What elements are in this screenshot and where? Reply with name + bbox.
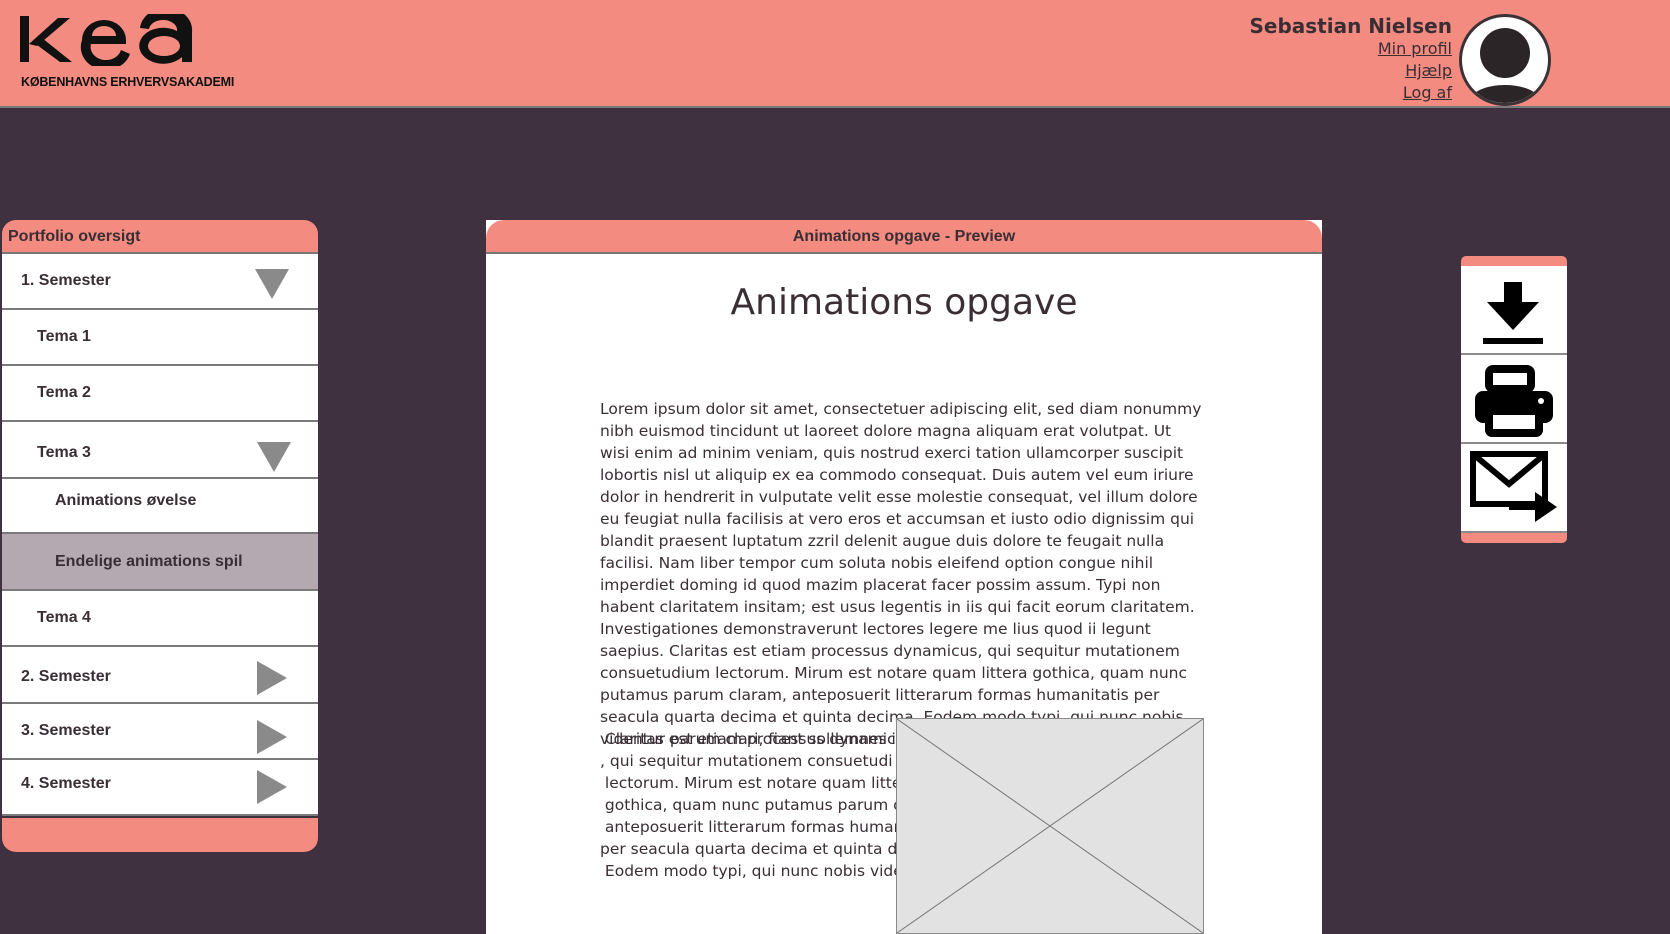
toolbar-top-cap — [1461, 256, 1567, 266]
image-placeholder — [896, 718, 1204, 934]
nav-semester-1[interactable]: 1. Semester — [2, 254, 318, 310]
nav-label: Tema 3 — [37, 444, 91, 461]
nav-tema-2[interactable]: Tema 2 — [2, 366, 318, 422]
nav-semester-3[interactable]: 3. Semester — [2, 704, 318, 760]
nav-label: Tema 4 — [37, 609, 91, 626]
my-profile-link[interactable]: Min profil — [1249, 38, 1452, 60]
nav-tema-4[interactable]: Tema 4 — [2, 591, 318, 647]
nav-label: Tema 1 — [37, 328, 91, 345]
sidebar-footer — [2, 818, 318, 852]
triangle-down-icon[interactable] — [257, 442, 291, 472]
action-toolbar — [1461, 256, 1567, 543]
document-body-text-continued: Claritas est etiam processus dynamicu , … — [600, 730, 914, 880]
download-button[interactable] — [1461, 266, 1567, 355]
triangle-right-icon[interactable] — [257, 661, 287, 695]
print-button[interactable] — [1461, 355, 1567, 444]
send-email-button[interactable] — [1461, 444, 1567, 533]
kea-logo-mark — [20, 14, 193, 66]
kea-logo[interactable]: KØBENHAVNS ERHVERVSAKADEMI — [20, 14, 234, 89]
nav-label: 1. Semester — [21, 272, 111, 289]
user-menu: Sebastian Nielsen Min profil Hjælp Log a… — [1249, 14, 1452, 104]
triangle-right-icon[interactable] — [257, 770, 287, 804]
toolbar-bottom-cap — [1461, 533, 1567, 543]
printer-icon — [1475, 365, 1553, 437]
image-placeholder-icon — [897, 719, 1203, 933]
nav-animations-ovelse[interactable]: Animations øvelse — [2, 479, 318, 534]
nav-tema-1[interactable]: Tema 1 — [2, 310, 318, 366]
nav-endelige-animations-spil[interactable]: Endelige animations spil — [2, 534, 318, 591]
logout-link[interactable]: Log af — [1249, 82, 1452, 104]
preview-panel: Animations opgave - Preview Animations o… — [486, 220, 1322, 934]
portfolio-sidebar: Portfolio oversigt 1. Semester Tema 1 Te… — [2, 220, 318, 852]
nav-semester-4[interactable]: 4. Semester — [2, 760, 318, 816]
download-icon — [1483, 282, 1543, 344]
nav-label: Endelige animations spil — [55, 552, 243, 570]
document-title: Animations opgave — [730, 282, 1078, 323]
nav-tema-3[interactable]: Tema 3 — [2, 422, 318, 479]
triangle-down-icon[interactable] — [255, 269, 289, 299]
nav-label: Tema 2 — [37, 384, 91, 401]
mail-forward-icon — [1470, 451, 1557, 522]
user-avatar-icon — [1468, 28, 1542, 103]
document-body-text: Lorem ipsum dolor sit amet, consectetuer… — [600, 400, 1202, 748]
nav-label: 2. Semester — [21, 668, 111, 685]
preview-header: Animations opgave - Preview — [486, 220, 1322, 254]
nav-label: 3. Semester — [21, 722, 111, 739]
nav-label: 4. Semester — [21, 775, 111, 792]
help-link[interactable]: Hjælp — [1249, 60, 1452, 82]
logo-subtitle: KØBENHAVNS ERHVERVSAKADEMI — [21, 75, 235, 89]
user-avatar[interactable] — [1459, 14, 1551, 106]
nav-semester-2[interactable]: 2. Semester — [2, 647, 318, 704]
sidebar-title: Portfolio oversigt — [2, 220, 318, 254]
triangle-right-icon[interactable] — [257, 720, 287, 754]
top-header: KØBENHAVNS ERHVERVSAKADEMI Sebastian Nie… — [0, 0, 1670, 108]
nav-label: Animations øvelse — [55, 492, 197, 509]
user-name: Sebastian Nielsen — [1249, 14, 1452, 38]
